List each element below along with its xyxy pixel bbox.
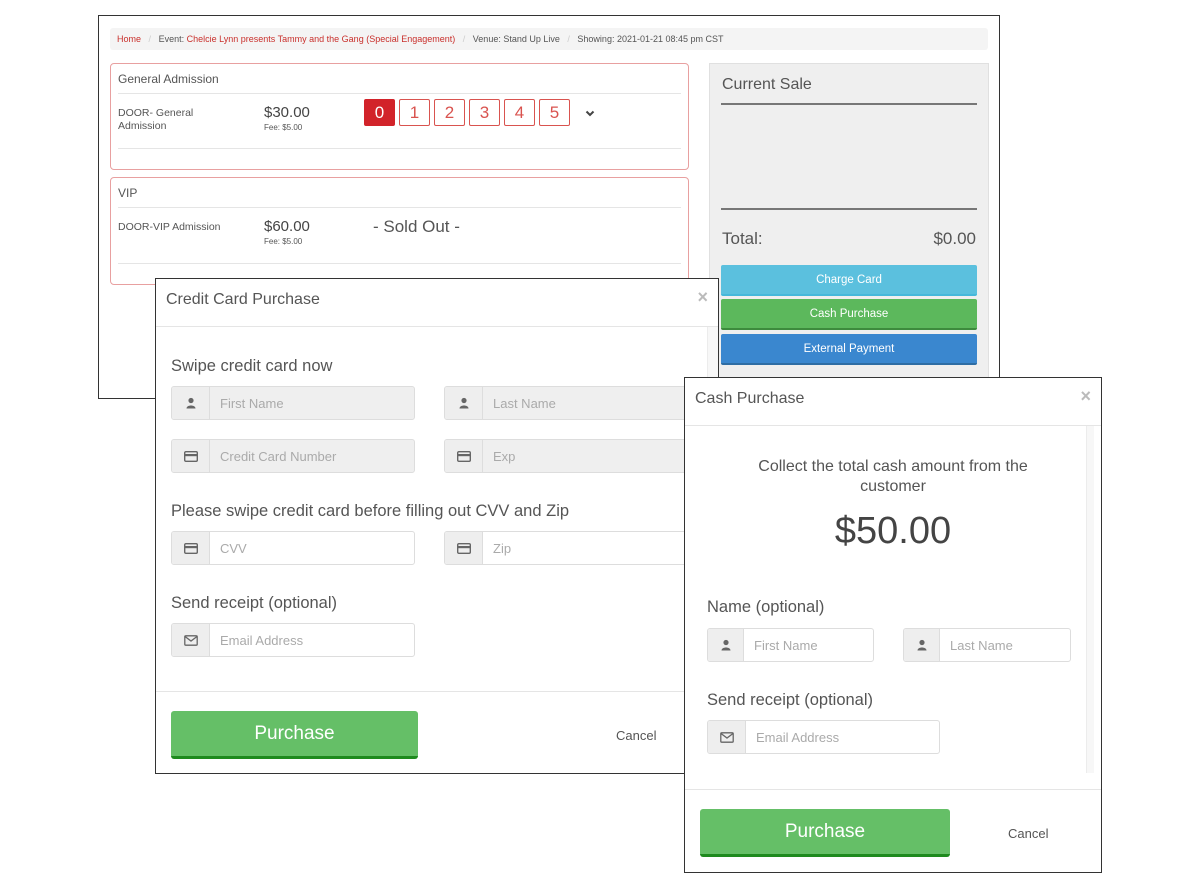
cash-purchase-button[interactable]: Cash Purchase — [721, 299, 977, 330]
divider — [721, 103, 977, 105]
credit-card-purchase-modal: Credit Card Purchase × Swipe credit card… — [155, 278, 719, 774]
ticket-fee: Fee: $5.00 — [264, 123, 303, 132]
cancel-button[interactable]: Cancel — [1008, 826, 1048, 841]
user-icon — [708, 629, 744, 661]
credit-card-icon — [172, 440, 210, 472]
current-sale-panel: Current Sale Total: $0.00 Charge Card Ca… — [709, 63, 989, 398]
first-name-input[interactable] — [210, 387, 414, 419]
ticket-name: DOOR-VIP Admission — [118, 221, 221, 233]
divider — [118, 263, 681, 264]
user-icon — [445, 387, 483, 419]
divider — [118, 207, 681, 208]
divider — [118, 93, 681, 94]
ticket-name: DOOR- General Admission — [118, 107, 194, 132]
ticket-price: $30.00 — [264, 104, 310, 121]
credit-card-icon — [172, 532, 210, 564]
email-field — [171, 623, 415, 657]
last-name-input[interactable] — [940, 629, 1070, 661]
breadcrumb-separator: / — [148, 34, 152, 44]
divider — [685, 789, 1101, 790]
ticket-fee: Fee: $5.00 — [264, 237, 303, 246]
purchase-button[interactable]: Purchase — [700, 809, 950, 857]
ticket-section-vip: VIP DOOR-VIP Admission $60.00 Fee: $5.00… — [110, 177, 689, 285]
purchase-button[interactable]: Purchase — [171, 711, 418, 759]
total-label: Total: — [722, 229, 763, 248]
cash-purchase-modal: Cash Purchase × Collect the total cash a… — [684, 377, 1102, 873]
cash-amount: $50.00 — [834, 510, 952, 552]
breadcrumb-event-link[interactable]: Chelcie Lynn presents Tammy and the Gang… — [187, 34, 456, 44]
breadcrumb-showing: Showing: 2021-01-21 08:45 pm CST — [577, 34, 724, 44]
breadcrumb-home-link[interactable]: Home — [117, 34, 141, 44]
last-name-field — [444, 386, 718, 420]
card-number-field — [171, 439, 415, 473]
exp-field — [444, 439, 718, 473]
swipe-label: Swipe credit card now — [171, 357, 333, 375]
sold-out-status: - Sold Out - — [373, 217, 460, 236]
receipt-label: Send receipt (optional) — [707, 691, 874, 709]
quantity-option-4[interactable]: 4 — [504, 99, 535, 126]
email-field — [707, 720, 940, 754]
cvv-input[interactable] — [210, 532, 414, 564]
quantity-selector: 0 1 2 3 4 5 — [364, 99, 596, 126]
divider — [156, 691, 718, 692]
modal-title: Cash Purchase — [695, 390, 805, 407]
credit-card-icon — [445, 532, 483, 564]
close-icon[interactable]: × — [1080, 386, 1091, 407]
modal-header: Cash Purchase × — [685, 378, 1101, 426]
quantity-option-3[interactable]: 3 — [469, 99, 500, 126]
total-value: $0.00 — [933, 229, 976, 248]
breadcrumb-event-prefix: Event: — [158, 34, 185, 44]
divider — [118, 148, 681, 149]
section-title: VIP — [118, 186, 138, 200]
charge-card-button[interactable]: Charge Card — [721, 265, 977, 296]
email-input[interactable] — [210, 624, 414, 656]
quantity-option-2[interactable]: 2 — [434, 99, 465, 126]
breadcrumb: Home / Event: Chelcie Lynn presents Tamm… — [110, 28, 988, 50]
divider — [721, 208, 977, 210]
ticket-price: $60.00 — [264, 218, 310, 235]
breadcrumb-separator: / — [567, 34, 570, 44]
user-icon — [904, 629, 940, 661]
close-icon[interactable]: × — [697, 287, 708, 308]
breadcrumb-separator: / — [462, 34, 466, 44]
first-name-field — [707, 628, 874, 662]
first-name-input[interactable] — [744, 629, 873, 661]
chevron-down-icon[interactable] — [584, 107, 596, 119]
cancel-button[interactable]: Cancel — [616, 728, 656, 743]
section-title: General Admission — [118, 72, 219, 86]
quantity-option-5[interactable]: 5 — [539, 99, 570, 126]
receipt-label: Send receipt (optional) — [171, 594, 338, 612]
first-name-field — [171, 386, 415, 420]
cvv-field — [171, 531, 415, 565]
credit-card-icon — [445, 440, 483, 472]
zip-field — [444, 531, 718, 565]
email-input[interactable] — [746, 721, 939, 753]
cvv-zip-label: Please swipe credit card before filling … — [171, 502, 570, 520]
quantity-option-1[interactable]: 1 — [399, 99, 430, 126]
external-payment-button[interactable]: External Payment — [721, 334, 977, 365]
user-icon — [172, 387, 210, 419]
cash-instructions: Collect the total cash amount from the c… — [758, 458, 1028, 495]
current-sale-title: Current Sale — [722, 76, 812, 93]
name-label: Name (optional) — [707, 598, 825, 616]
breadcrumb-venue: Venue: Stand Up Live — [472, 34, 560, 44]
modal-title: Credit Card Purchase — [166, 291, 320, 308]
modal-header: Credit Card Purchase × — [156, 279, 718, 327]
envelope-icon — [708, 721, 746, 753]
quantity-option-0[interactable]: 0 — [364, 99, 395, 126]
card-number-input[interactable] — [210, 440, 414, 472]
envelope-icon — [172, 624, 210, 656]
last-name-field — [903, 628, 1071, 662]
ticket-section-general-admission: General Admission DOOR- General Admissio… — [110, 63, 689, 170]
